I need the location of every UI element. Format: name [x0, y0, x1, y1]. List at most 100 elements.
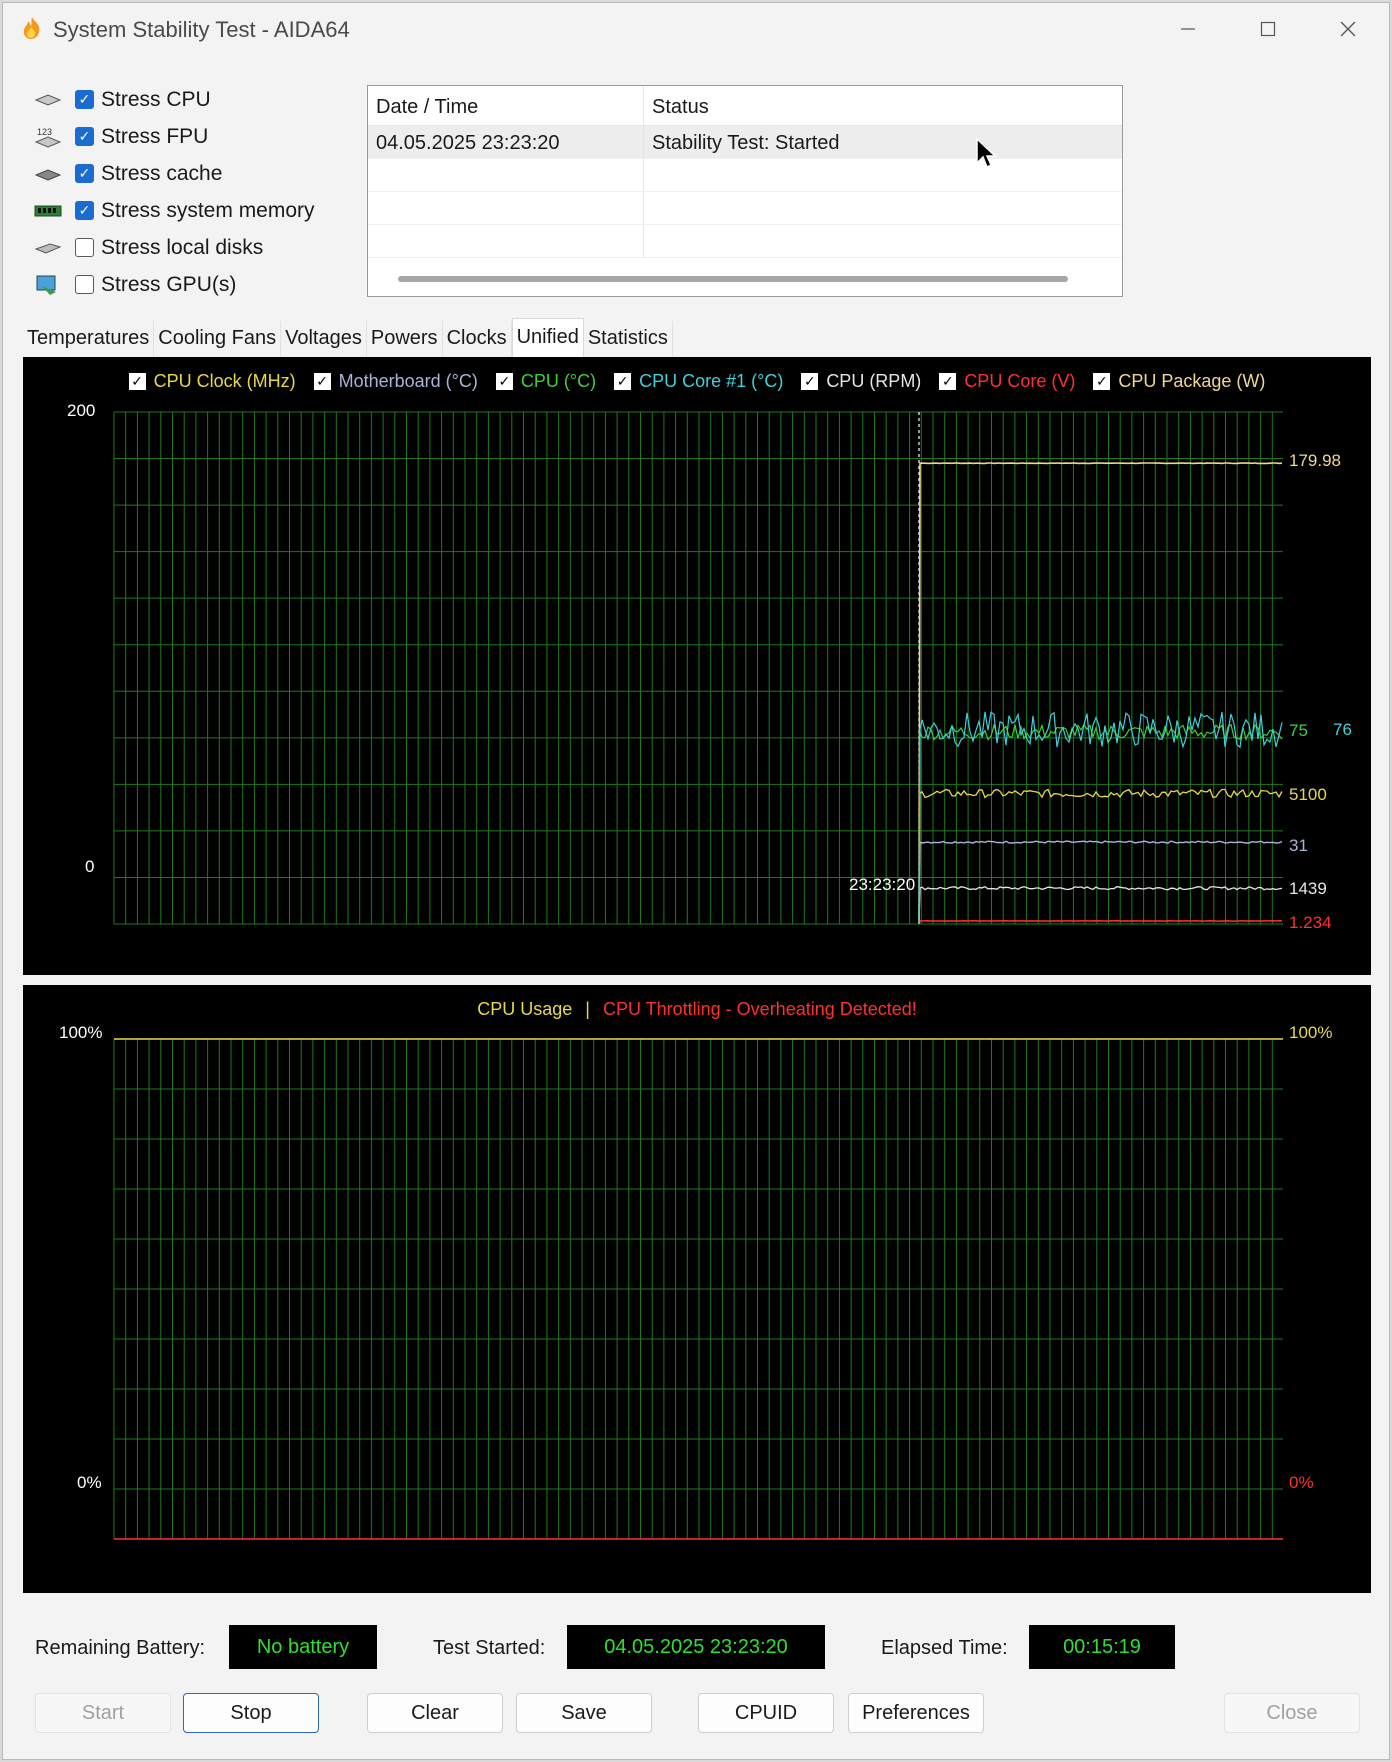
legend-label: Motherboard (°C): [338, 371, 478, 391]
stress-memory-option[interactable]: ✓ Stress system memory: [33, 192, 333, 229]
clear-button[interactable]: Clear: [367, 1693, 503, 1733]
log-table[interactable]: Date / Time Status 04.05.2025 23:23:20 S…: [367, 85, 1123, 297]
tab-voltages[interactable]: Voltages: [281, 321, 367, 357]
table-row[interactable]: [368, 192, 1122, 225]
legend-checkbox[interactable]: ✓: [939, 373, 957, 390]
cpu-usage-graph-title: CPU Usage | CPU Throttling - Overheating…: [23, 999, 1371, 1020]
legend-item[interactable]: ✓ CPU (RPM): [801, 371, 921, 392]
title-separator: |: [585, 999, 590, 1019]
minimize-icon: [1181, 28, 1195, 30]
minimize-button[interactable]: [1148, 3, 1228, 55]
unified-graph: [113, 411, 1283, 925]
legend-checkbox[interactable]: ✓: [801, 373, 819, 390]
save-button[interactable]: Save: [516, 1693, 652, 1733]
package-power-value: 179.98: [1289, 451, 1341, 470]
x-axis-time-label: 23:23:20: [849, 875, 916, 894]
legend-item[interactable]: ✓ CPU Package (W): [1093, 371, 1265, 392]
y-axis-max-label: 200: [67, 401, 96, 420]
battery-value: No battery: [229, 1625, 377, 1669]
legend-checkbox[interactable]: ✓: [313, 373, 331, 390]
cpu-clock-line: [918, 788, 1283, 925]
stress-fpu-option[interactable]: 123 ✓ Stress FPU: [33, 118, 333, 155]
legend-checkbox[interactable]: ✓: [495, 373, 513, 390]
stress-fpu-checkbox[interactable]: ✓: [75, 127, 94, 146]
stress-cpu-checkbox[interactable]: ✓: [75, 90, 94, 109]
tab-unified[interactable]: Unified: [511, 318, 584, 357]
test-started-value: 04.05.2025 23:23:20: [567, 1625, 825, 1669]
mouse-cursor-icon: [976, 137, 997, 169]
unified-graph-panel: ✓ CPU Clock (MHz) ✓ Motherboard (°C) ✓ CPU (°…: [23, 357, 1371, 975]
stress-memory-checkbox[interactable]: ✓: [75, 201, 94, 220]
stress-fpu-label: Stress FPU: [101, 124, 209, 148]
close-button[interactable]: Close: [1224, 1693, 1360, 1733]
preferences-button[interactable]: Preferences: [848, 1693, 984, 1733]
usage-right-max-label: 100%: [1289, 1023, 1333, 1042]
legend-label: CPU (°C): [520, 371, 597, 391]
cpuid-button[interactable]: CPUID: [698, 1693, 834, 1733]
gpu-icon: [33, 275, 63, 295]
tab-statistics[interactable]: Statistics: [584, 321, 673, 357]
cpu-usage-graph-panel: CPU Usage | CPU Throttling - Overheating…: [23, 985, 1371, 1593]
legend-label: CPU Core (V): [964, 371, 1076, 391]
horizontal-scrollbar[interactable]: [398, 276, 1068, 282]
elapsed-time-label: Elapsed Time:: [881, 1637, 1008, 1659]
table-row[interactable]: [368, 225, 1122, 258]
stress-disks-option[interactable]: Stress local disks: [33, 229, 333, 266]
usage-y-min-label: 0%: [77, 1473, 102, 1492]
log-table-header: Date / Time Status: [368, 86, 1122, 126]
log-status-cell: [644, 159, 1122, 191]
cpu-core1-temp-value: 76: [1333, 720, 1352, 739]
stress-cache-option[interactable]: ✓ Stress cache: [33, 155, 333, 192]
y-axis-min-label: 0: [85, 857, 95, 876]
fpu-icon: 123: [33, 127, 63, 148]
legend-item[interactable]: ✓ CPU (°C): [495, 371, 597, 392]
title-bar: System Stability Test - AIDA64: [3, 3, 1389, 55]
datetime-column-header[interactable]: Date / Time: [368, 86, 644, 125]
close-window-button[interactable]: [1308, 3, 1388, 55]
legend-label: CPU Clock (MHz): [153, 371, 296, 391]
legend-checkbox[interactable]: ✓: [1093, 373, 1111, 390]
elapsed-time-value: 00:15:19: [1029, 1625, 1175, 1669]
maximize-button[interactable]: [1228, 3, 1308, 55]
stop-button[interactable]: Stop: [183, 1693, 319, 1733]
legend-item[interactable]: ✓ CPU Clock (MHz): [128, 371, 296, 392]
log-status-cell: [644, 225, 1122, 257]
log-status-cell: [644, 192, 1122, 224]
stress-memory-label: Stress system memory: [101, 198, 315, 222]
memory-icon: [33, 201, 63, 221]
legend-item[interactable]: ✓ Motherboard (°C): [313, 371, 478, 392]
legend-checkbox[interactable]: ✓: [614, 373, 632, 390]
cpu-throttling-legend: CPU Throttling - Overheating Detected!: [602, 999, 917, 1019]
log-datetime-cell: [368, 159, 644, 191]
maximize-icon: [1260, 21, 1276, 37]
start-button[interactable]: Start: [35, 1693, 171, 1733]
graph-tabs: Temperatures Cooling Fans Voltages Power…: [23, 318, 673, 357]
stress-cpu-option[interactable]: ✓ Stress CPU: [33, 81, 333, 118]
stress-gpu-checkbox[interactable]: [75, 275, 94, 294]
legend-checkbox[interactable]: ✓: [128, 373, 146, 390]
legend-item[interactable]: ✓ CPU Core #1 (°C): [614, 371, 783, 392]
log-datetime-cell: [368, 225, 644, 257]
graph-legend: ✓ CPU Clock (MHz) ✓ Motherboard (°C) ✓ CPU (°…: [23, 371, 1371, 392]
status-column-header[interactable]: Status: [644, 86, 1122, 125]
stress-disks-checkbox[interactable]: [75, 238, 94, 257]
window-title: System Stability Test - AIDA64: [53, 17, 350, 42]
stress-disks-label: Stress local disks: [101, 235, 264, 259]
stress-gpu-option[interactable]: Stress GPU(s): [33, 266, 333, 303]
cpu-core-voltage-value: 1.234: [1289, 913, 1332, 932]
log-status-cell: Stability Test: Started: [652, 132, 840, 154]
stress-cache-checkbox[interactable]: ✓: [75, 164, 94, 183]
cpu-rpm-line: [918, 885, 1283, 925]
table-row[interactable]: [368, 159, 1122, 192]
log-datetime-cell: 04.05.2025 23:23:20: [368, 126, 644, 158]
tab-temperatures[interactable]: Temperatures: [23, 321, 155, 357]
table-row[interactable]: 04.05.2025 23:23:20 Stability Test: Star…: [368, 126, 1122, 159]
legend-item[interactable]: ✓ CPU Core (V): [939, 371, 1075, 392]
cpu-clock-value: 5100: [1289, 785, 1327, 804]
tab-clocks[interactable]: Clocks: [443, 321, 512, 357]
motherboard-temp-line: [918, 840, 1283, 925]
tab-cooling-fans[interactable]: Cooling Fans: [154, 321, 282, 357]
cache-icon: [33, 164, 63, 184]
battery-label: Remaining Battery:: [35, 1637, 206, 1659]
tab-powers[interactable]: Powers: [367, 321, 443, 357]
